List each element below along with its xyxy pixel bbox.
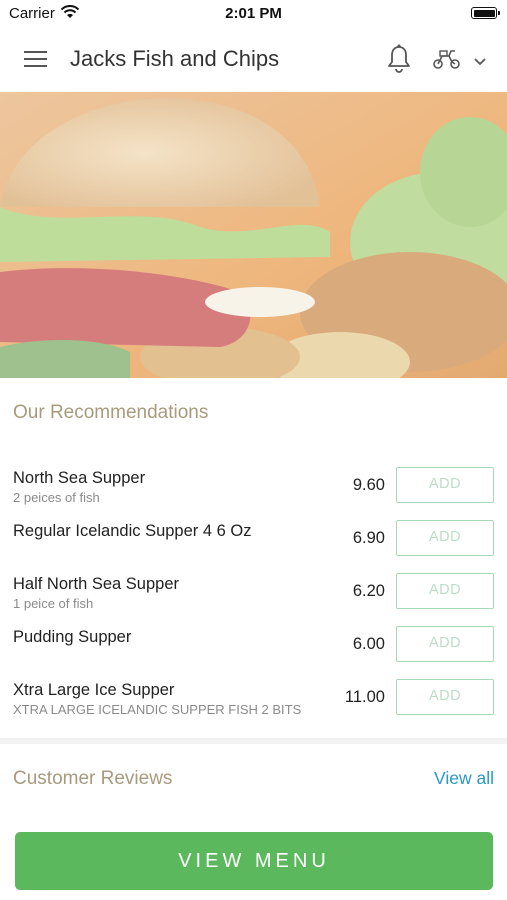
recommendations-list: North Sea Supper 2 peices of fish 9.60 A…	[0, 460, 507, 725]
item-description: XTRA LARGE ICELANDIC SUPPER FISH 2 BITS	[13, 702, 302, 717]
status-bar: Carrier 2:01 PM	[0, 0, 507, 28]
item-price: 9.60	[352, 476, 385, 494]
battery-icon	[471, 7, 500, 19]
add-button[interactable]: ADD	[396, 573, 494, 609]
item-description: 2 peices of fish	[13, 490, 100, 505]
page-title: Jacks Fish and Chips	[70, 46, 280, 71]
chevron-down-icon[interactable]	[473, 54, 487, 72]
view-menu-button[interactable]: VIEW MENU	[15, 832, 493, 890]
list-item: North Sea Supper 2 peices of fish 9.60 A…	[0, 460, 507, 513]
item-price: 6.20	[352, 582, 385, 600]
list-item: Half North Sea Supper 1 peice of fish 6.…	[0, 566, 507, 619]
item-price: 6.00	[352, 635, 385, 653]
item-price: 6.90	[352, 529, 385, 547]
add-button[interactable]: ADD	[396, 679, 494, 715]
add-button[interactable]: ADD	[396, 467, 494, 503]
recommendations-title: Our Recommendations	[13, 402, 209, 423]
item-price: 11.00	[344, 688, 385, 706]
section-divider	[0, 738, 507, 744]
item-name: Pudding Supper	[13, 628, 132, 646]
item-name: Xtra Large Ice Supper	[13, 681, 175, 699]
add-button[interactable]: ADD	[396, 626, 494, 662]
scooter-icon[interactable]	[432, 48, 462, 75]
item-name: North Sea Supper	[13, 469, 146, 487]
item-name: Regular Icelandic Supper 4 6 Oz	[13, 522, 252, 540]
reviews-title: Customer Reviews	[13, 768, 173, 789]
bell-icon[interactable]	[386, 44, 412, 79]
status-time: 2:01 PM	[225, 5, 282, 22]
add-button[interactable]: ADD	[396, 520, 494, 556]
list-item: Regular Icelandic Supper 4 6 Oz 6.90 ADD	[0, 513, 507, 566]
item-name: Half North Sea Supper	[13, 575, 180, 593]
hero-food-image	[0, 92, 507, 378]
item-description: 1 peice of fish	[13, 596, 94, 611]
app-header: Jacks Fish and Chips	[0, 28, 507, 92]
view-all-link[interactable]: View all	[434, 768, 494, 789]
list-item: Pudding Supper 6.00 ADD	[0, 619, 507, 672]
list-item: Xtra Large Ice Supper XTRA LARGE ICELAND…	[0, 672, 507, 725]
hamburger-menu-icon[interactable]	[24, 51, 47, 69]
